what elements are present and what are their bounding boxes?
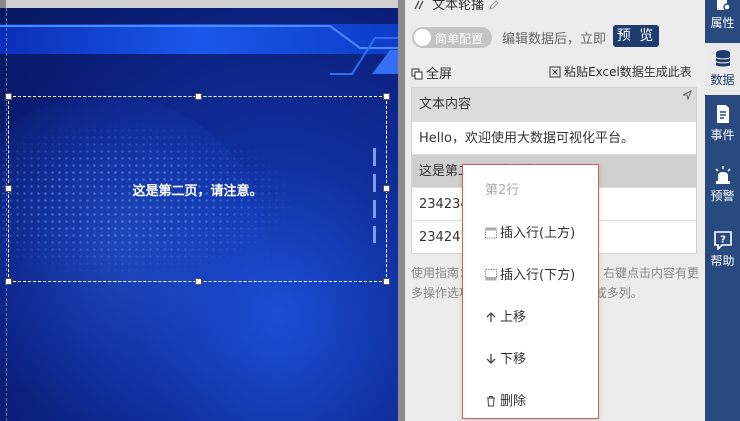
simple-config-toggle[interactable]: 简单配置 bbox=[412, 27, 492, 48]
panel-title-text: 文本轮播 bbox=[432, 0, 485, 13]
row-context-menu: 第2行 插入行(上方) 插入行(下方) 上移 下移 删除 bbox=[462, 164, 599, 419]
carousel-text: 这是第二页，请注意。 bbox=[132, 184, 263, 199]
menu-item-label: 上移 bbox=[500, 310, 527, 325]
toggle-knob bbox=[414, 29, 431, 46]
svg-text:?: ? bbox=[720, 235, 726, 246]
sidebar-item-events[interactable]: 事件 bbox=[705, 104, 740, 152]
menu-item-label: 删除 bbox=[500, 394, 527, 409]
send-icon[interactable] bbox=[682, 90, 692, 100]
insert-row-above-icon bbox=[485, 227, 497, 239]
right-icon-bar: 属性 数据 事件 预警 ? 帮助 bbox=[705, 0, 740, 421]
resize-handle-bottom[interactable] bbox=[195, 278, 202, 285]
panel-divider[interactable] bbox=[398, 0, 405, 421]
header-frame-decoration bbox=[0, 25, 398, 75]
database-icon bbox=[715, 50, 730, 67]
resize-handle-top[interactable] bbox=[195, 93, 202, 100]
resize-handle-top-right[interactable] bbox=[383, 93, 390, 100]
trash-icon bbox=[487, 396, 495, 407]
fullscreen-icon bbox=[411, 68, 423, 80]
sidebar-item-data[interactable]: 数据 bbox=[705, 43, 740, 95]
panel-title: 文本轮播 bbox=[413, 0, 503, 13]
edit-icon[interactable] bbox=[488, 0, 500, 11]
menu-item-label: 插入行(上方) bbox=[500, 226, 576, 241]
sidebar-item-label: 事件 bbox=[710, 128, 735, 142]
insert-row-below-icon bbox=[485, 269, 497, 281]
sidebar-item-properties[interactable]: 属性 bbox=[705, 0, 740, 36]
menu-item-move-down[interactable]: 下移 bbox=[485, 348, 526, 367]
edit-hint: 编辑数据后，立即 bbox=[502, 32, 607, 47]
context-menu-header: 第2行 bbox=[485, 183, 520, 198]
event-icon bbox=[716, 105, 729, 123]
excel-icon bbox=[549, 66, 561, 78]
arrow-down-icon bbox=[486, 354, 496, 364]
resize-handle-bottom-left[interactable] bbox=[5, 278, 12, 285]
canvas-guide-line bbox=[6, 8, 7, 421]
fullscreen-button[interactable]: 全屏 bbox=[411, 63, 452, 82]
sidebar-item-label: 属性 bbox=[710, 16, 735, 30]
menu-item-insert-below[interactable]: 插入行(下方) bbox=[485, 264, 575, 283]
toggle-label: 简单配置 bbox=[435, 32, 484, 46]
menu-item-move-up[interactable]: 上移 bbox=[485, 306, 526, 325]
paste-excel-label: 粘贴Excel数据生成此表 bbox=[564, 65, 692, 79]
alarm-icon bbox=[714, 166, 731, 184]
table-header: 文本内容 bbox=[412, 88, 696, 121]
resize-handle-top-left[interactable] bbox=[5, 93, 12, 100]
sidebar-item-label: 预警 bbox=[710, 189, 735, 203]
menu-item-insert-above[interactable]: 插入行(上方) bbox=[485, 222, 575, 241]
fullscreen-label: 全屏 bbox=[426, 67, 453, 82]
menu-item-label: 插入行(下方) bbox=[500, 268, 576, 283]
resize-handle-bottom-right[interactable] bbox=[383, 278, 390, 285]
sidebar-item-alarm[interactable]: 预警 bbox=[705, 165, 740, 213]
preview-button[interactable]: 预 览 bbox=[613, 25, 659, 47]
canvas-ruler bbox=[0, 0, 398, 8]
paste-excel-button[interactable]: 粘贴Excel数据生成此表 bbox=[549, 63, 692, 80]
arrow-up-icon bbox=[486, 312, 496, 322]
column-header-text-content: 文本内容 bbox=[419, 97, 472, 112]
menu-item-delete[interactable]: 删除 bbox=[485, 390, 526, 409]
design-canvas[interactable]: 这是第二页，请注意。 bbox=[0, 0, 398, 421]
sidebar-item-help[interactable]: ? 帮助 bbox=[705, 230, 740, 278]
table-row[interactable]: Hello，欢迎使用大数据可视化平台。 bbox=[412, 121, 696, 154]
sidebar-item-label: 数据 bbox=[710, 73, 735, 87]
help-icon: ? bbox=[713, 231, 732, 250]
sidebar-item-label: 帮助 bbox=[710, 254, 735, 268]
collapse-icon[interactable] bbox=[413, 0, 425, 11]
menu-item-label: 下移 bbox=[500, 352, 527, 367]
properties-icon bbox=[716, 0, 731, 11]
